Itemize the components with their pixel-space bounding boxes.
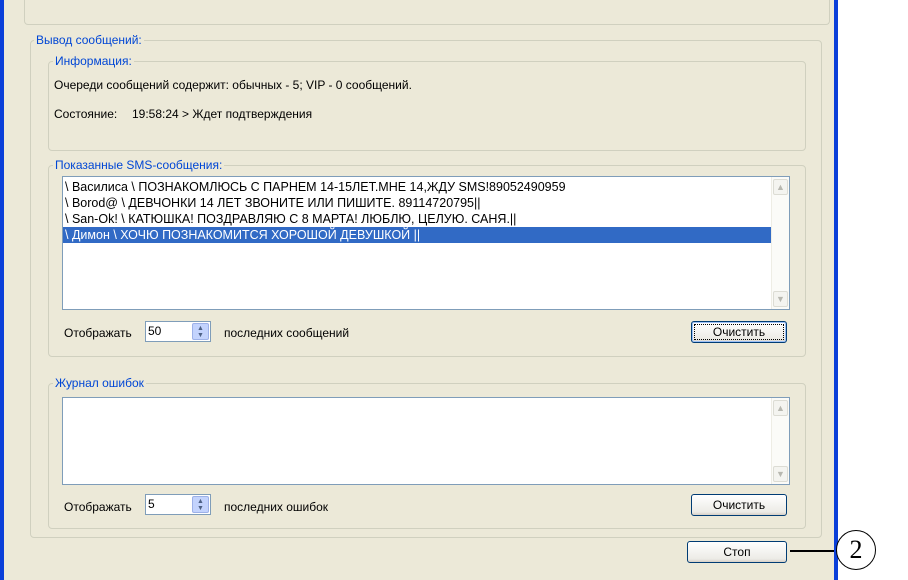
output-group-legend: Вывод сообщений: — [34, 33, 144, 47]
scroll-up-icon[interactable]: ▲ — [773, 400, 788, 416]
sms-show-label: Отображать — [64, 326, 132, 340]
sms-group: Показанные SMS-сообщения: \ Василиса \ П… — [48, 158, 806, 357]
queue-status-text: Очереди сообщений содержит: обычных - 5;… — [54, 78, 412, 92]
sms-list-item[interactable]: \ Borod@ \ ДЕВЧОНКИ 14 ЛЕТ ЗВОНИТЕ ИЛИ П… — [63, 195, 771, 211]
sms-list-scrollbar[interactable]: ▲ ▼ — [771, 177, 789, 309]
errors-suffix-label: последних ошибок — [224, 500, 329, 514]
state-value: 19:58:24 > Ждет подтверждения — [132, 107, 313, 121]
sms-suffix-label: последних сообщений — [224, 326, 350, 340]
callout-leader-line — [790, 550, 834, 552]
sms-count-input[interactable] — [148, 323, 190, 339]
scroll-down-icon[interactable]: ▼ — [773, 466, 788, 482]
callout-number: 2 — [836, 530, 876, 570]
spin-arrows-icon[interactable]: ▲ ▼ — [192, 496, 209, 513]
sms-listbox[interactable]: \ Василиса \ ПОЗНАКОМЛЮСЬ С ПАРНЕМ 14-15… — [62, 176, 790, 310]
scroll-up-icon[interactable]: ▲ — [773, 179, 788, 195]
upper-group-frame — [24, 0, 830, 25]
errors-group-legend: Журнал ошибок — [53, 376, 146, 390]
sms-clear-button[interactable]: Очистить — [691, 321, 787, 343]
errors-count-stepper[interactable]: ▲▼ — [145, 494, 211, 515]
sms-list-item[interactable]: \ Василиса \ ПОЗНАКОМЛЮСЬ С ПАРНЕМ 14-15… — [63, 179, 771, 195]
errors-count-input[interactable] — [148, 496, 190, 512]
info-group-legend: Информация: — [53, 54, 134, 68]
sms-list-item[interactable]: \ San-Ok! \ КАТЮШКА! ПОЗДРАВЛЯЮ С 8 МАРТ… — [63, 211, 771, 227]
scroll-down-icon[interactable]: ▼ — [773, 291, 788, 307]
stop-button[interactable]: Стоп — [687, 541, 787, 563]
dialog-window: Вывод сообщений: Информация: Очереди соо… — [0, 0, 838, 580]
output-group: Вывод сообщений: Информация: Очереди соо… — [30, 33, 822, 538]
state-label: Состояние: — [54, 107, 118, 121]
errors-listbox[interactable]: ▲ ▼ — [62, 397, 790, 485]
sms-count-stepper[interactable]: ▲▼ — [145, 321, 211, 342]
errors-clear-button[interactable]: Очистить — [691, 494, 787, 516]
spin-arrows-icon[interactable]: ▲ ▼ — [192, 323, 209, 340]
errors-show-label: Отображать — [64, 500, 132, 514]
errors-list-scrollbar[interactable]: ▲ ▼ — [771, 398, 789, 484]
errors-group: Журнал ошибок ▲ ▼ Отображать ▲▼ последни… — [48, 376, 806, 529]
sms-group-legend: Показанные SMS-сообщения: — [53, 158, 225, 172]
info-group: Информация: Очереди сообщений содержит: … — [48, 54, 806, 151]
sms-list-item[interactable]: \ Димон \ ХОЧЮ ПОЗНАКОМИТСЯ ХОРОШОЙ ДЕВУ… — [63, 227, 771, 243]
